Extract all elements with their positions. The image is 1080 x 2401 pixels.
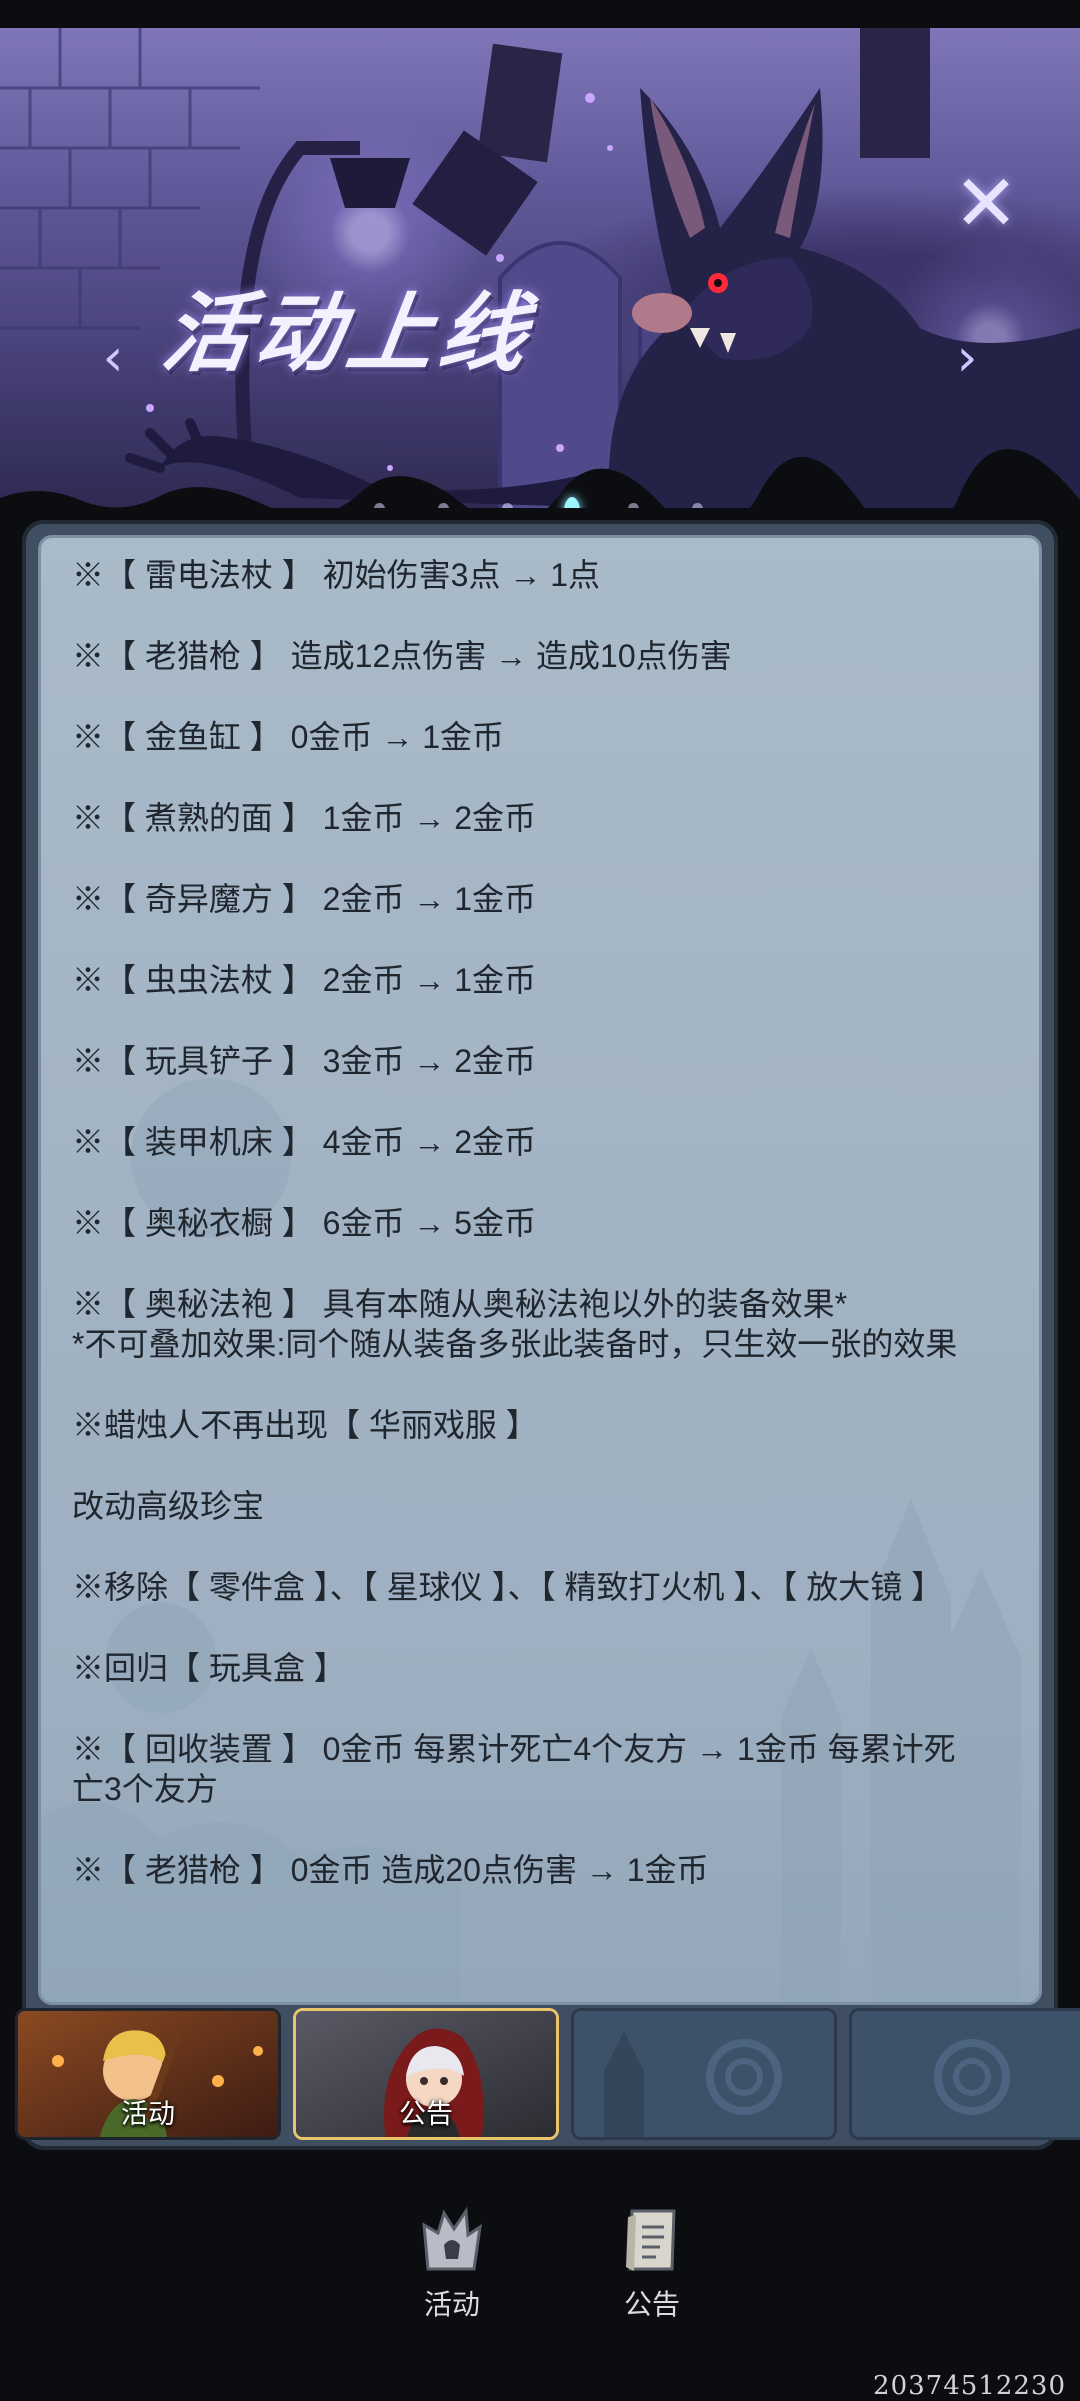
nav-announcement[interactable]: 公告 <box>592 2205 712 2323</box>
swirl-icon <box>574 2011 834 2137</box>
announcement-line: ※【 奥秘衣橱 】 6金币 → 5金币 <box>72 1205 537 1241</box>
announcement-line: ※回归【 玩具盒 】 <box>72 1650 346 1686</box>
announcement-line: ※蜡烛人不再出现【 华丽戏服 】 <box>72 1407 538 1443</box>
page-dot[interactable] <box>438 503 449 508</box>
close-button[interactable]: ✕ <box>948 165 1024 243</box>
page-dot-active[interactable] <box>564 497 580 508</box>
tab-announcement[interactable]: 公告 <box>293 2008 559 2140</box>
announcement-line: ※【 雷电法杖 】 初始伤害3点 → 1点 <box>72 557 601 593</box>
announcement-line: 改动高级珍宝 <box>72 1488 265 1524</box>
announcement-line: ※【 老猎枪 】 造成12点伤害 → 造成10点伤害 <box>72 638 732 674</box>
category-tabs: 活动 公告 <box>0 2005 1080 2145</box>
page-dot[interactable] <box>374 503 385 508</box>
banner-title: 活动上线 <box>156 283 539 384</box>
announcement-line: ※【 奥秘法袍 】 具有本随从奥秘法袍以外的装备效果* *不可叠加效果:同个随从… <box>72 1286 958 1362</box>
tab-announcement-label: 公告 <box>399 2099 453 2129</box>
notice-scroll-icon <box>626 2209 676 2271</box>
announcement-screen: 活动上线 ‹ › ✕ ※【 雷电法杖 】 初始伤害3点 → 1点 ※【 老猎枪 … <box>0 0 1080 2401</box>
announcement-line: ※【 回收装置 】 0金币 每累计死亡4个友方 → 1金币 每累计死亡3个友方 <box>72 1731 956 1807</box>
event-banner[interactable]: 活动上线 ‹ › ✕ <box>0 28 1080 508</box>
banner-prev-arrow[interactable]: ‹ <box>96 328 130 388</box>
announcement-line: ※【 虫虫法杖 】 2金币 → 1金币 <box>72 962 537 998</box>
nav-announcement-label: 公告 <box>623 2289 680 2320</box>
announcement-line: ※【 煮熟的面 】 1金币 → 2金币 <box>72 800 537 836</box>
tab-locked[interactable] <box>571 2008 837 2140</box>
announcement-line: ※【 奇异魔方 】 2金币 → 1金币 <box>72 881 537 917</box>
bottom-navigation: 活动 公告 20374512230 <box>0 2175 1080 2401</box>
swirl-icon <box>852 2011 1080 2137</box>
tab-activity[interactable]: 活动 <box>15 2008 281 2140</box>
announcement-line: ※【 装甲机床 】 4金币 → 2金币 <box>72 1124 537 1160</box>
announcement-line: ※【 玩具铲子 】 3金币 → 2金币 <box>72 1043 537 1079</box>
announcement-line: ※【 老猎枪 】 0金币 造成20点伤害 → 1金币 <box>72 1852 709 1888</box>
page-dot[interactable] <box>692 503 703 508</box>
banner-next-arrow[interactable]: › <box>950 328 984 388</box>
tab-activity-label: 活动 <box>121 2099 175 2129</box>
nav-activity-label: 活动 <box>423 2289 480 2320</box>
tab-locked[interactable] <box>849 2008 1080 2140</box>
announcement-line: ※移除【 零件盒 】、【 星球仪 】、【 精致打火机 】、【 放大镜 】 <box>72 1569 944 1605</box>
page-dot[interactable] <box>502 503 513 508</box>
bell-tower-icon <box>422 2206 482 2271</box>
banner-pagination <box>0 493 1080 508</box>
announcement-text: ※【 雷电法杖 】 初始伤害3点 → 1点 ※【 老猎枪 】 造成12点伤害 → … <box>72 555 972 1931</box>
nav-activity[interactable]: 活动 <box>392 2205 512 2323</box>
player-id: 20374512230 <box>873 2371 1066 2401</box>
page-dot[interactable] <box>628 503 639 508</box>
announcement-line: ※【 金鱼缸 】 0金币 → 1金币 <box>72 719 505 755</box>
